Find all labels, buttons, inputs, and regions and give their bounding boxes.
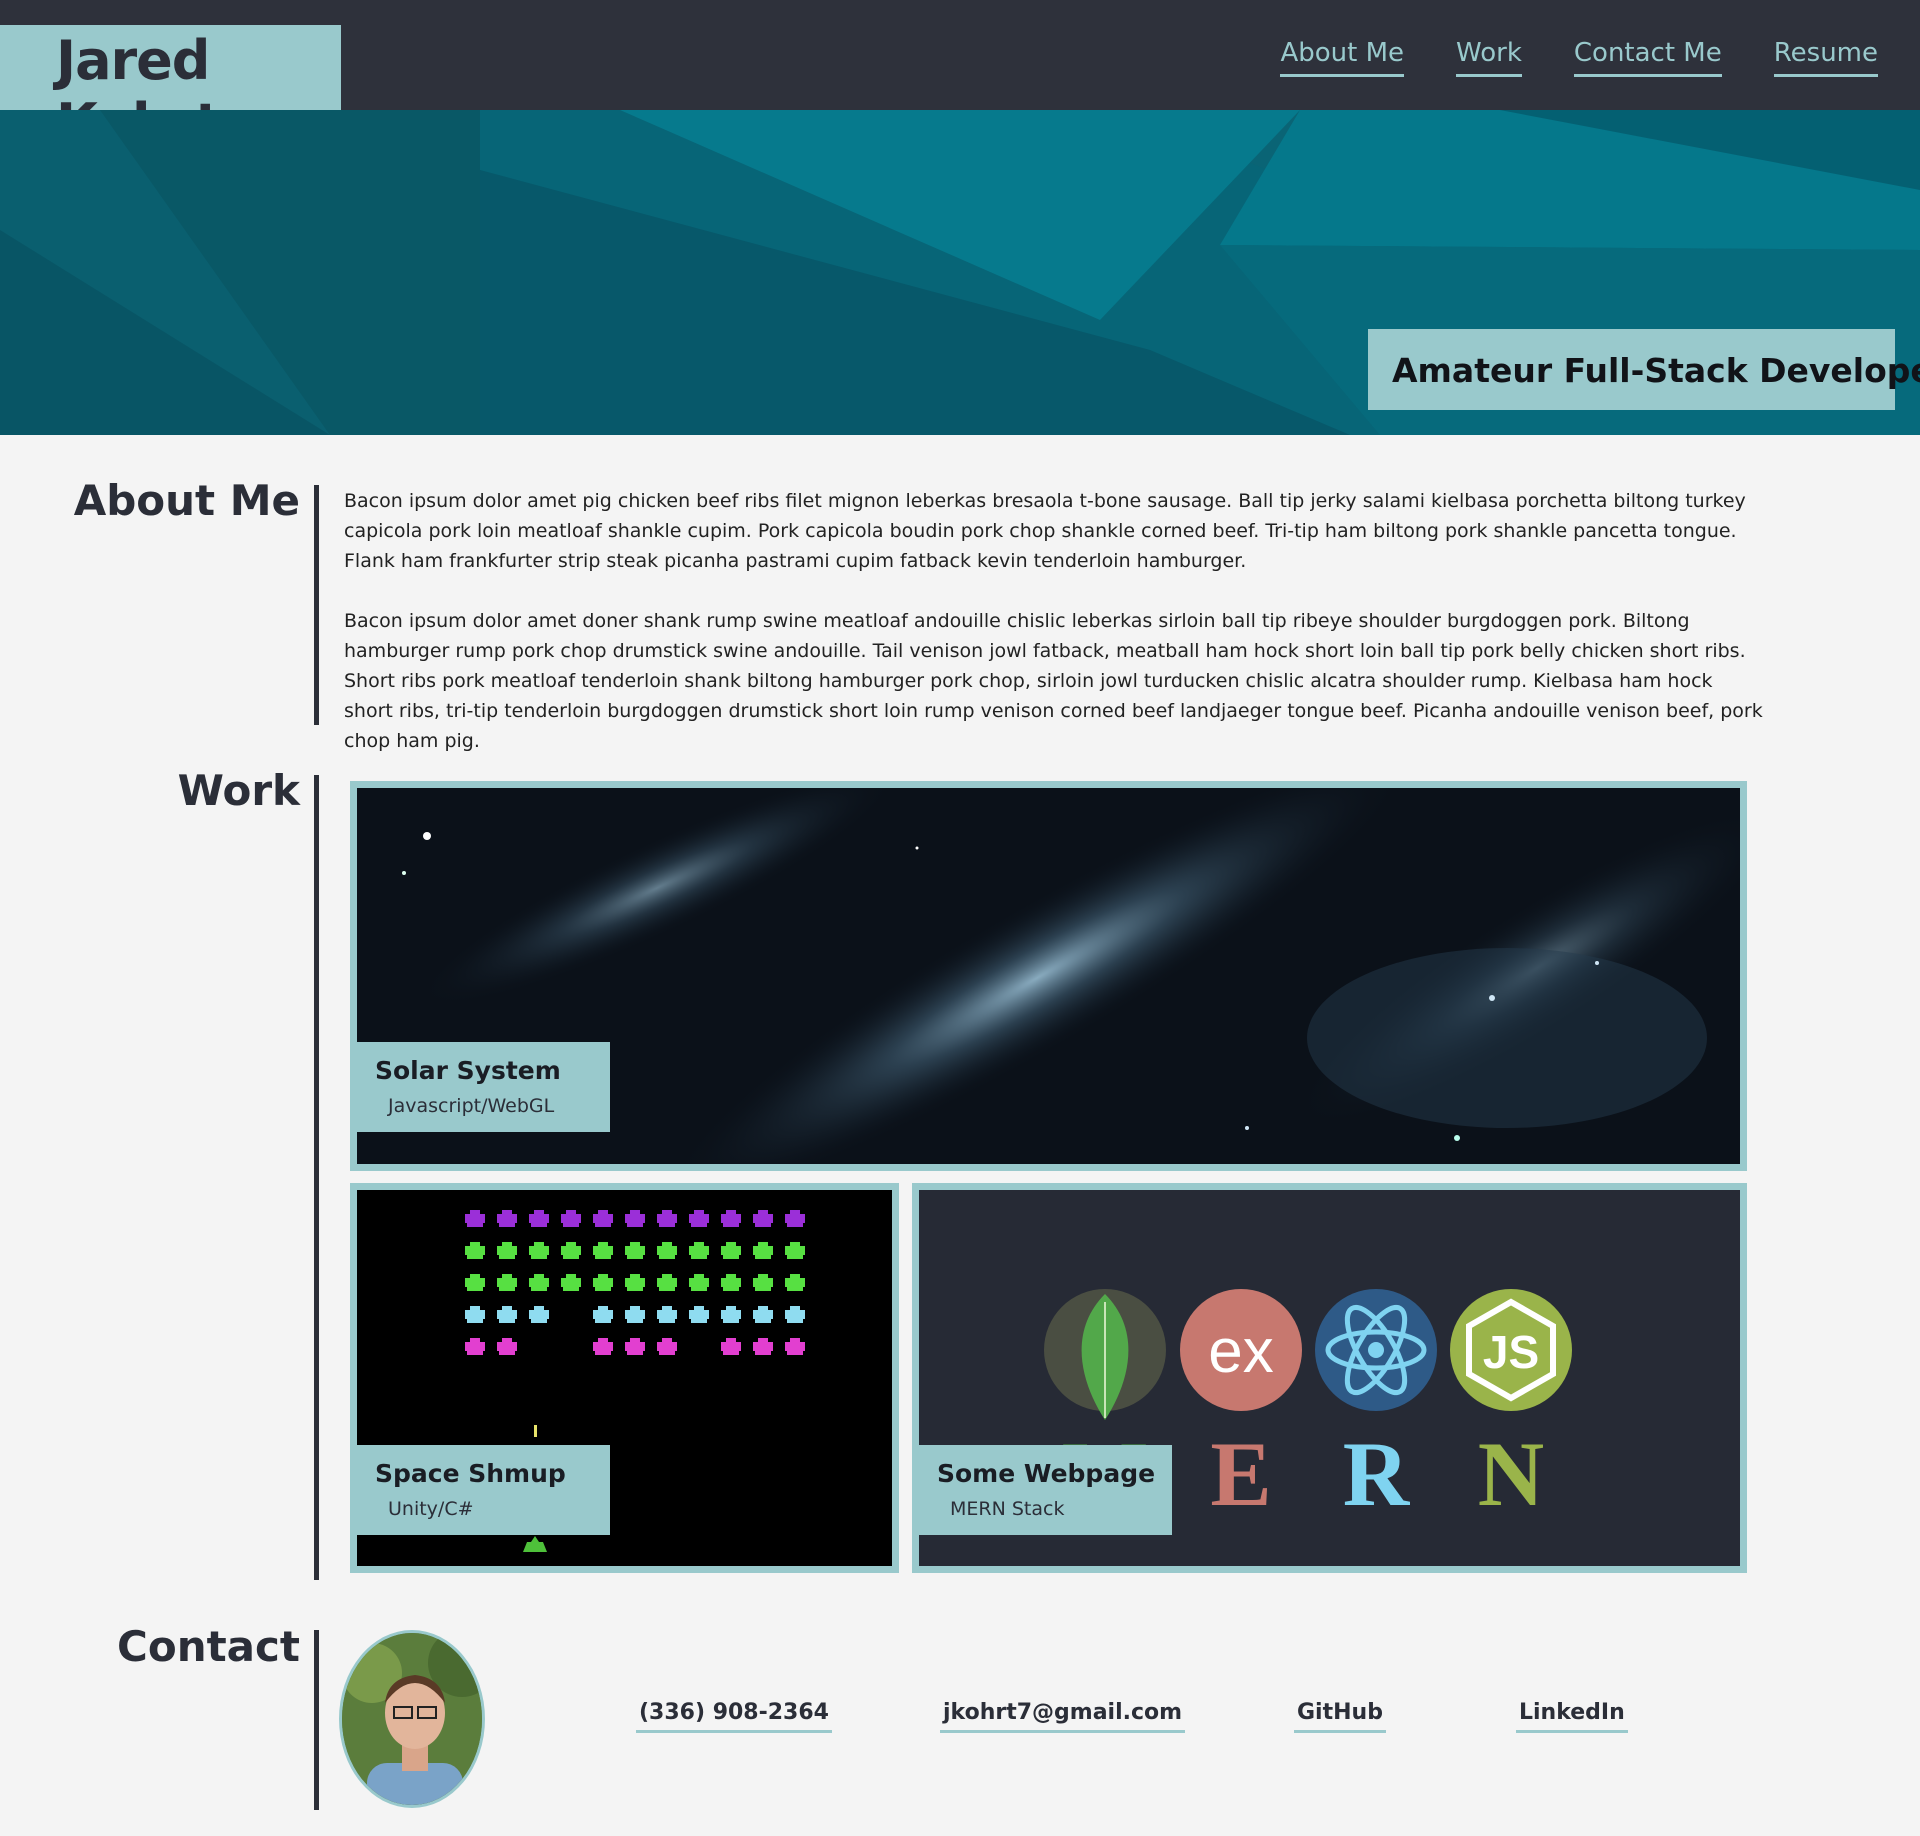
contact-github-link[interactable]: GitHub bbox=[1294, 1700, 1386, 1733]
about-divider bbox=[314, 485, 319, 725]
project-title: Solar System bbox=[375, 1056, 561, 1085]
contact-divider bbox=[314, 1630, 319, 1810]
nav-resume[interactable]: Resume bbox=[1773, 38, 1878, 77]
avatar bbox=[339, 1630, 485, 1808]
work-divider bbox=[314, 775, 319, 1580]
mern-letter-n: N bbox=[1478, 1423, 1544, 1525]
about-paragraph-2: Bacon ipsum dolor amet doner shank rump … bbox=[344, 610, 1763, 752]
project-stack: Javascript/WebGL bbox=[388, 1095, 555, 1117]
about-heading: About Me bbox=[73, 476, 300, 525]
project-label-some-webpage: Some Webpage MERN Stack bbox=[919, 1445, 1172, 1535]
project-title: Some Webpage bbox=[937, 1459, 1156, 1488]
express-logo-text: ex bbox=[1208, 1317, 1273, 1386]
site-header: Jared Kohrt About Me Work Contact Me Res… bbox=[0, 0, 1920, 155]
nav-contact-me[interactable]: Contact Me bbox=[1573, 38, 1722, 77]
project-card-some-webpage[interactable]: ex JS M E R N Some Webpage MERN Stack bbox=[912, 1183, 1747, 1573]
project-label-space-shmup: Space Shmup Unity/C# bbox=[357, 1445, 610, 1535]
project-title: Space Shmup bbox=[375, 1459, 566, 1488]
project-stack: Unity/C# bbox=[388, 1498, 474, 1520]
profile-photo bbox=[342, 1633, 482, 1805]
project-card-space-shmup[interactable]: Space Shmup Unity/C# bbox=[350, 1183, 899, 1573]
hero-banner: Amateur Full-Stack Developer bbox=[0, 110, 1920, 435]
contact-heading: Contact bbox=[117, 1622, 300, 1671]
laser-shot bbox=[534, 1425, 537, 1437]
site-brand[interactable]: Jared Kohrt bbox=[0, 25, 341, 155]
hero-tagline: Amateur Full-Stack Developer bbox=[1392, 351, 1920, 390]
hero-tagline-box: Amateur Full-Stack Developer bbox=[1368, 329, 1920, 410]
project-label-solar-system: Solar System Javascript/WebGL bbox=[357, 1042, 610, 1132]
project-card-solar-system[interactable]: Solar System Javascript/WebGL bbox=[350, 781, 1747, 1171]
main-nav: About Me Work Contact Me Resume bbox=[1280, 38, 1878, 77]
about-paragraph-1: Bacon ipsum dolor amet pig chicken beef … bbox=[344, 490, 1746, 572]
work-heading: Work bbox=[177, 766, 300, 815]
project-stack: MERN Stack bbox=[950, 1498, 1065, 1520]
nav-work[interactable]: Work bbox=[1456, 38, 1522, 77]
contact-email-link[interactable]: jkohrt7@gmail.com bbox=[940, 1700, 1186, 1733]
contact-phone-link[interactable]: (336) 908-2364 bbox=[636, 1700, 832, 1733]
mern-letter-r: R bbox=[1343, 1423, 1411, 1525]
about-text: Bacon ipsum dolor amet pig chicken beef … bbox=[344, 486, 1764, 756]
mern-letter-e: E bbox=[1210, 1423, 1271, 1525]
contact-linkedin-link[interactable]: LinkedIn bbox=[1516, 1700, 1628, 1733]
nodejs-logo-text: JS bbox=[1483, 1326, 1539, 1378]
nav-about-me[interactable]: About Me bbox=[1280, 38, 1405, 77]
